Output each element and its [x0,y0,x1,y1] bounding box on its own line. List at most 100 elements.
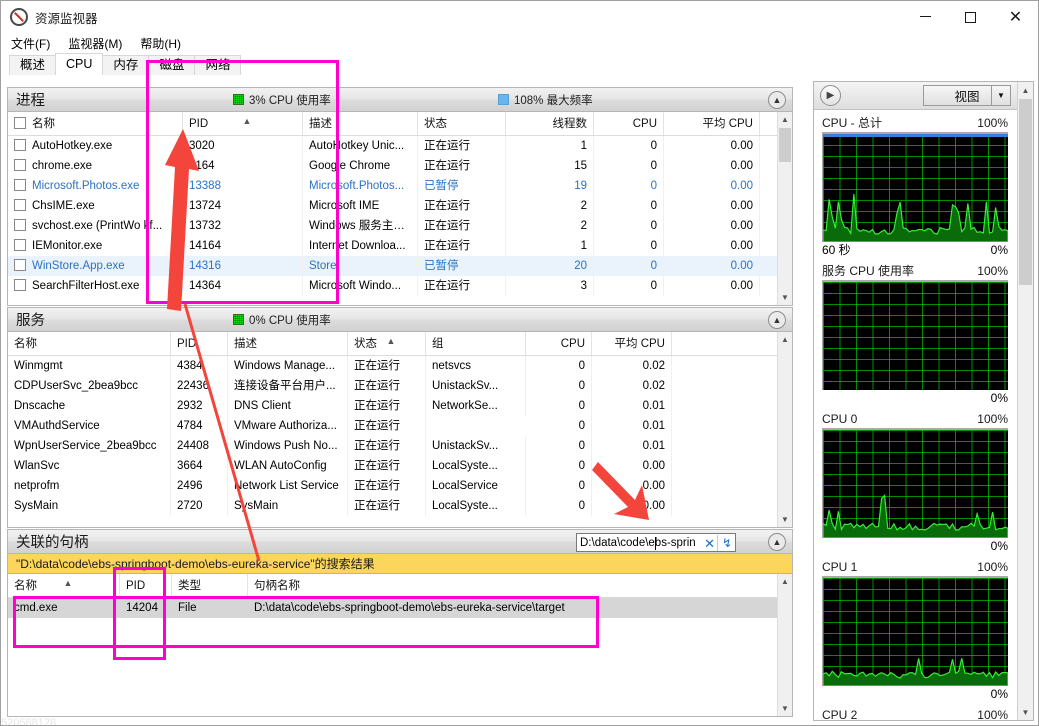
select-all-checkbox[interactable] [14,117,26,129]
view-dropdown[interactable]: 视图 ▼ [923,85,1011,106]
table-row[interactable]: svchost.exe (PrintWo kf... 13732 Windows 服… [8,216,792,236]
handles-scrollbar[interactable]: ▲ ▼ [777,574,792,716]
graphs-sidebar: ▶ 视图 ▼ ▲ ▼ CPU - 总计 100% 60 秒 0% 服务 CPU 使用率 1… [813,81,1034,721]
handles-panel-header[interactable]: 关联的句柄 D:\data\code\ebs-sprin ✕ ↯ ▲ [7,529,793,554]
table-row[interactable]: cmd.exe 14204 File D:\data\code\ebs-springb… [8,598,792,618]
cell-pid: 13732 [183,216,303,236]
handle-search-input[interactable]: D:\data\code\ebs-sprin ✕ ↯ [576,533,736,552]
row-checkbox[interactable] [14,179,26,191]
svc-col-header-pid[interactable]: PID [171,332,228,355]
cell-threads: 15 [506,156,594,176]
tab-memory[interactable]: 内存 [102,55,150,75]
svc-col-header-group[interactable]: 组 [426,332,526,355]
menu-item-file[interactable]: 文件(F) [11,35,50,52]
h-col-header-pid[interactable]: PID [120,574,172,597]
scroll-down-icon[interactable]: ▼ [778,512,792,527]
tab-overview[interactable]: 概述 [9,55,57,75]
cell-cpu: 0 [526,456,592,476]
scroll-up-icon[interactable]: ▲ [778,574,792,589]
cell-name: WlanSvc [8,456,171,476]
h-col-header-type[interactable]: 类型 [172,574,248,597]
table-row[interactable]: Winmgmt 4384 Windows Manage... 正在运行 netsvcs 0… [8,356,792,376]
svc-col-header-avg-cpu[interactable]: 平均 CPU [592,332,672,355]
scroll-thumb[interactable] [779,128,791,162]
tab-disk[interactable]: 磁盘 [148,55,196,75]
close-icon[interactable]: ✕ [704,535,715,551]
menu-item-help[interactable]: 帮助(H) [140,35,181,52]
minimize-button[interactable] [903,1,948,33]
window-controls: ✕ [903,1,1038,33]
col-header-avg-cpu[interactable]: 平均 CPU [664,112,760,135]
col-header-status[interactable]: 状态 [418,112,506,135]
chevron-down-icon[interactable]: ▼ [991,86,1010,105]
close-button[interactable]: ✕ [993,1,1038,33]
processes-cpu-usage-label: 3% CPU 使用率 [249,94,331,107]
cell-cpu: 0 [594,176,664,196]
sidebar-scrollbar[interactable]: ▲ ▼ [1017,82,1033,720]
table-row[interactable]: WlanSvc 3664 WLAN AutoConfig 正在运行 LocalSyste… [8,456,792,476]
graph-series [823,193,1008,242]
cell-group: NetworkSe... [426,396,526,416]
processes-collapse-icon[interactable]: ▲ [768,91,786,109]
maximize-button[interactable] [948,1,993,33]
cell-avg_cpu: 0.01 [592,396,672,416]
row-checkbox[interactable] [14,219,26,231]
sidebar-toolbar: ▶ 视图 ▼ [814,82,1033,110]
table-row[interactable]: IEMonitor.exe 14164 Internet Downloa... 正在运… [8,236,792,256]
table-row[interactable]: ChsIME.exe 13724 Microsoft IME 正在运行 2 0 0.00 [8,196,792,216]
svc-col-header-cpu[interactable]: CPU [526,332,592,355]
table-row[interactable]: chrome.exe 3164 Google Chrome 正在运行 15 0 0.00 [8,156,792,176]
svc-col-header-desc[interactable]: 描述 [228,332,348,355]
cell-threads: 1 [506,236,594,256]
menu-item-monitor[interactable]: 监视器(M) [68,35,122,52]
table-row[interactable]: SysMain 2720 SysMain 正在运行 LocalSyste... 0 0.00 [8,496,792,516]
cell-handle_name: D:\data\code\ebs-springboot-demo\ebs-eur… [254,602,565,614]
h-col-header-name[interactable]: ▲ 名称 [8,574,120,597]
row-checkbox[interactable] [14,199,26,211]
scroll-up-icon[interactable]: ▲ [778,112,792,127]
col-header-desc[interactable]: 描述 [303,112,418,135]
chevron-right-icon[interactable]: ▶ [820,85,841,106]
h-col-header-handle-name[interactable]: 句柄名称 [248,574,778,597]
processes-max-freq-label: 108% 最大频率 [514,94,593,107]
col-header-cpu[interactable]: CPU [594,112,664,135]
table-row[interactable]: WinStore.App.exe 14316 Store 已暂停 20 0 0.00 [8,256,792,276]
refresh-search-icon[interactable]: ↯ [716,535,732,551]
row-checkbox[interactable] [14,239,26,251]
table-row[interactable]: Dnscache 2932 DNS Client 正在运行 NetworkSe... 0 0… [8,396,792,416]
row-checkbox[interactable] [14,159,26,171]
cell-status: 正在运行 [418,216,506,236]
table-row[interactable]: VMAuthdService 4784 VMware Authoriza... 正在运… [8,416,792,436]
col-header-pid[interactable]: ▲ PID [183,112,303,135]
services-collapse-icon[interactable]: ▲ [768,311,786,329]
processes-scrollbar[interactable]: ▲ ▼ [777,112,792,305]
handles-collapse-icon[interactable]: ▲ [768,533,786,551]
scroll-down-icon[interactable]: ▼ [778,290,792,305]
scroll-thumb[interactable] [1019,99,1032,285]
cell-name: Microsoft.Photos.exe [8,176,183,196]
table-row[interactable]: Microsoft.Photos.exe 13388 Microsoft.Photo… [8,176,792,196]
cell-avg_cpu: 0.00 [664,176,760,196]
tab-cpu[interactable]: CPU [55,53,104,75]
tab-network[interactable]: 网络 [194,55,242,75]
services-panel-header[interactable]: 服务 0% CPU 使用率 ▲ [7,307,793,332]
table-row[interactable]: WpnUserService_2bea9bcc 24408 Windows Push… [8,436,792,456]
svc-col-header-status[interactable]: ▲ 状态 [348,332,426,355]
table-row[interactable]: CDPUserSvc_2bea9bcc 22436 连接设备平台用户... 正在运行 U… [8,376,792,396]
scroll-down-icon[interactable]: ▼ [778,701,792,716]
scroll-up-icon[interactable]: ▲ [1018,82,1033,98]
svc-col-header-name[interactable]: 名称 [8,332,171,355]
services-scrollbar[interactable]: ▲ ▼ [777,332,792,527]
row-checkbox[interactable] [14,259,26,271]
table-row[interactable]: SearchFilterHost.exe 14364 Microsoft Windo… [8,276,792,296]
col-header-name[interactable]: 名称 [8,112,183,135]
table-row[interactable]: netprofm 2496 Network List Service 正在运行 Loca… [8,476,792,496]
processes-panel-header[interactable]: 进程 3% CPU 使用率 108% 最大频率 ▲ [7,87,793,112]
row-checkbox[interactable] [14,139,26,151]
row-checkbox[interactable] [14,279,26,291]
cell-cpu: 0 [594,256,664,276]
cell-group: LocalService [426,476,526,496]
scroll-up-icon[interactable]: ▲ [778,332,792,347]
col-header-threads[interactable]: 线程数 [506,112,594,135]
table-row[interactable]: AutoHotkey.exe 3020 AutoHotkey Unic... 正在运行… [8,136,792,156]
